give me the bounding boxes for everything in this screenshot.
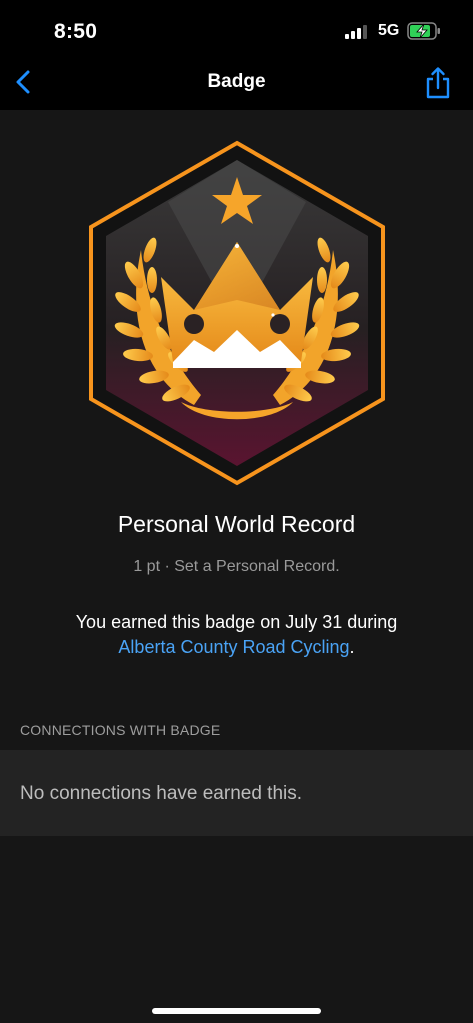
connections-card: No connections have earned this. (0, 750, 473, 836)
earned-suffix: . (349, 637, 355, 657)
network-type: 5G (378, 22, 400, 39)
crown-laurel-badge-icon (89, 140, 385, 486)
activity-link[interactable]: Alberta County Road Cycling (118, 637, 349, 657)
status-bar: 8:50 5G (0, 0, 473, 60)
connections-header: CONNECTIONS WITH BADGE (20, 722, 221, 738)
earned-prefix: You earned this badge on July 31 during (75, 612, 398, 632)
nav-bar: Badge (0, 60, 473, 110)
badge-title: Personal World Record (117, 511, 356, 537)
cellular-signal-icon (345, 25, 367, 39)
earned-description: You earned this badge on July 31 during … (30, 610, 443, 660)
badge-subtitle: 1 pt · Set a Personal Record. (133, 558, 340, 575)
connections-empty-text: No connections have earned this. (20, 783, 303, 804)
share-icon[interactable] (424, 66, 452, 100)
battery-charging-icon (407, 22, 440, 40)
page-title: Badge (207, 71, 266, 92)
home-indicator[interactable] (152, 1008, 321, 1014)
status-time: 8:50 (54, 20, 98, 43)
